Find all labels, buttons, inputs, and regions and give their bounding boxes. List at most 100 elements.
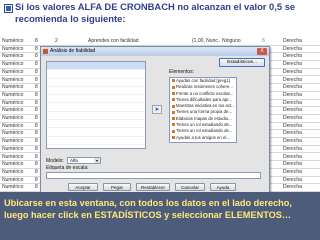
move-right-arrow-icon[interactable]: ➤: [152, 105, 162, 114]
list-item-label: Frente a un conflicto escolar...: [176, 90, 234, 96]
table-cell: {1,00, Nunc...: [192, 38, 220, 44]
footer-text: Ubicarse en esta ventana, con todos los …: [4, 198, 292, 220]
list-item-label: Ayudas con facilidad [preg1]: [176, 78, 230, 83]
list-item[interactable]: [47, 62, 145, 71]
table-cell: Derecha: [283, 168, 302, 175]
elements-list[interactable]: Ayudas con facilidad [preg1] Realizas res…: [169, 77, 237, 143]
paste-button[interactable]: Pegar: [103, 183, 131, 191]
list-item[interactable]: [47, 145, 145, 148]
scale-variable-icon: [172, 104, 175, 108]
table-cell: Derecha: [283, 76, 302, 83]
table-cell: Numérico: [2, 122, 24, 129]
chevron-down-icon: ▾: [94, 158, 100, 163]
scale-variable-icon: [172, 142, 175, 143]
list-item[interactable]: Te gusta ayudar...: [170, 141, 236, 143]
table-cell: Derecha: [283, 153, 302, 160]
source-variable-list[interactable]: [46, 61, 146, 149]
table-cell: Derecha: [283, 176, 302, 183]
list-item[interactable]: [47, 79, 145, 87]
scale-variable-icon: [172, 98, 175, 102]
table-cell: Numérico: [2, 53, 24, 60]
table-cell: Derecha: [283, 161, 302, 168]
list-item-label: Tienes dificultades para apr...: [176, 96, 232, 102]
list-item-label: Muestras iniciativa en tus act...: [176, 103, 235, 109]
scale-variable-icon: [172, 91, 175, 95]
table-cell: Derecha: [283, 130, 302, 137]
scale-variable-icon: [172, 129, 175, 133]
table-cell: Numérico: [2, 91, 24, 98]
header-text: Si los valores ALFA DE CRONBACH no alcan…: [15, 1, 296, 24]
list-item[interactable]: [47, 70, 145, 79]
table-cell: Numérico: [2, 84, 24, 91]
table-cell: Ninguno: [222, 38, 241, 44]
table-row[interactable]: Numérico 8 2 Aprendes con facilidad {1,00, N…: [0, 38, 320, 46]
table-cell: Numérico: [2, 68, 24, 75]
table-cell: Numérico: [2, 168, 24, 175]
reset-button[interactable]: Restablecer: [136, 183, 170, 191]
checkbox-bullet-icon: [4, 4, 13, 13]
model-select[interactable]: Alfa ▾: [67, 157, 101, 164]
scale-label: Etiqueta de escala:: [46, 165, 89, 171]
table-cell: Numérico: [2, 184, 24, 191]
scale-variable-icon: [172, 85, 175, 89]
statistics-button[interactable]: Estadísticos...: [219, 58, 265, 67]
model-label: Modelo:: [46, 158, 64, 164]
ok-button[interactable]: Aceptar: [68, 183, 98, 191]
scale-label-input[interactable]: [46, 172, 261, 179]
slide-header: Si los valores ALFA DE CRONBACH no alcan…: [0, 0, 320, 38]
scale-variable-icon: [172, 136, 175, 140]
list-item[interactable]: [47, 112, 145, 121]
table-cell: Numérico: [2, 45, 24, 52]
table-cell: Numérico: [2, 176, 24, 183]
list-item[interactable]: [47, 128, 145, 137]
model-value: Alfa: [70, 158, 78, 163]
table-cell: Numérico: [2, 161, 24, 168]
list-item[interactable]: [47, 87, 145, 96]
table-cell: Derecha: [283, 53, 302, 60]
slide-footer: Ubicarse en esta ventana, con todos los …: [0, 192, 320, 240]
list-item-label: Tienes un rol estudiando de...: [176, 128, 233, 134]
table-cell: Derecha: [283, 138, 302, 145]
reliability-analysis-dialog: Análisis de fiabilidad X ➤ Elementos: Ay…: [40, 46, 270, 195]
table-cell: Derecha: [283, 99, 302, 106]
list-item[interactable]: [47, 137, 145, 145]
help-button[interactable]: Ayuda: [210, 183, 236, 191]
table-cell: Numérico: [2, 76, 24, 83]
table-cell: Derecha: [283, 91, 302, 98]
dialog-titlebar: Análisis de fiabilidad X: [41, 47, 269, 56]
list-item[interactable]: [47, 120, 145, 129]
elements-label: Elementos:: [169, 69, 195, 75]
table-cell: Derecha: [283, 107, 302, 114]
table-cell: Derecha: [283, 115, 302, 121]
app-icon: [43, 49, 48, 54]
scale-variable-icon: [172, 117, 175, 121]
cancel-button[interactable]: Cancelar: [175, 183, 205, 191]
table-cell: Derecha: [283, 45, 302, 52]
table-cell: Numérico: [2, 115, 24, 121]
table-cell: Aprendes con facilidad: [88, 38, 139, 44]
table-cell: 8: [262, 38, 265, 44]
table-cell: Numérico: [2, 107, 24, 114]
table-cell: Numérico: [2, 38, 24, 44]
table-cell: Numérico: [2, 130, 24, 137]
table-cell: Derecha: [283, 61, 302, 68]
list-item[interactable]: [47, 95, 145, 104]
scale-variable-icon: [172, 123, 175, 127]
table-cell: Derecha: [283, 68, 302, 75]
table-cell: Derecha: [283, 145, 302, 152]
table-cell: Numérico: [2, 145, 24, 152]
table-cell: Numérico: [2, 99, 24, 106]
list-item-label: Elaboras mapas de estudio...: [176, 115, 232, 121]
table-cell: Numérico: [2, 153, 24, 160]
table-cell: Derecha: [283, 184, 302, 191]
list-item-label: Tienes una forma propia de...: [176, 109, 232, 115]
scale-variable-icon: [172, 110, 175, 114]
list-item[interactable]: [47, 103, 145, 112]
list-item-label: Realizas resúmenes cohere...: [176, 84, 233, 90]
close-button[interactable]: X: [257, 48, 267, 55]
table-cell: 8: [35, 38, 38, 44]
table-cell: Numérico: [2, 61, 24, 68]
list-item-label: Tienes un rol estudiando de...: [176, 122, 233, 128]
table-cell: Derecha: [283, 84, 302, 91]
scale-variable-icon: [172, 79, 175, 83]
